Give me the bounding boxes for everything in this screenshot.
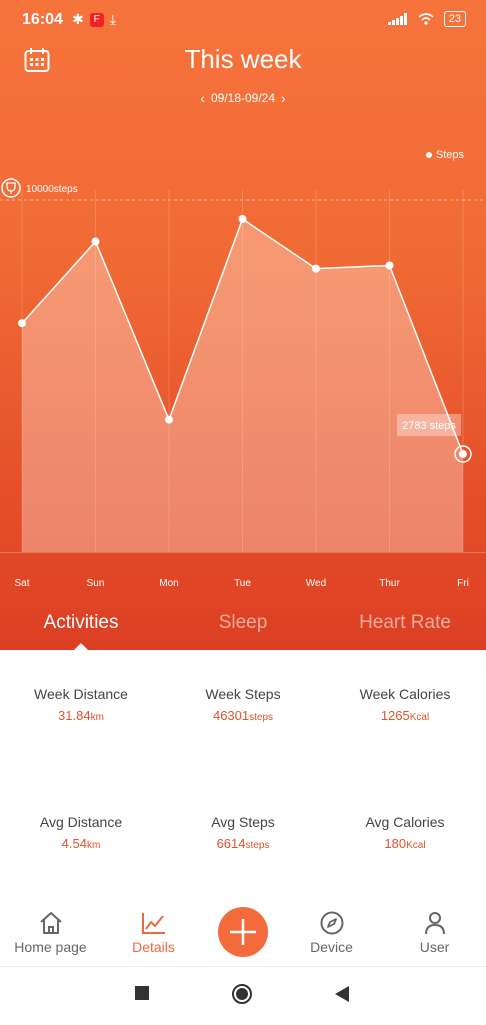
stat-value: 180Kcal (324, 836, 486, 851)
stat-unit: km (86, 840, 101, 851)
legend-dot (425, 152, 432, 158)
data-point (385, 261, 394, 270)
status-time: 16:04 (22, 11, 63, 28)
stat-number: 4.54 (61, 836, 87, 851)
stat-week-steps: Week Steps 46301steps (162, 686, 324, 723)
nav-details-label: Details (132, 939, 175, 955)
add-button[interactable] (218, 907, 268, 957)
highlight-label: 2783 steps (402, 420, 456, 432)
x-tick-label: Sat (14, 578, 29, 589)
data-point (238, 215, 247, 224)
legend-label: Steps (435, 149, 464, 161)
battery-icon: 23 (443, 11, 466, 27)
stat-unit: Kcal (406, 840, 426, 851)
app-notification-icon: F (89, 12, 104, 27)
data-point (18, 319, 26, 328)
compass-icon (320, 911, 343, 935)
previous-week-button[interactable]: ‹ (200, 90, 205, 106)
stat-label: Week Distance (34, 686, 128, 702)
stat-label: Week Calories (359, 686, 451, 702)
system-navigation-bar (0, 966, 486, 1025)
next-week-button[interactable]: › (281, 90, 286, 106)
download-icon: ⤓ (109, 11, 116, 27)
data-point (459, 450, 467, 459)
x-tick-label: Mon (159, 578, 178, 589)
recent-apps-button[interactable] (134, 985, 150, 1001)
stat-value: 6614steps (162, 836, 324, 851)
detail-tabs: Activities Sleep Heart Rate (0, 612, 486, 650)
goal-label: 10000steps (26, 184, 78, 195)
home-icon (39, 912, 62, 934)
stat-value: 4.54km (0, 836, 162, 851)
stat-unit: steps (249, 712, 274, 723)
nav-user[interactable]: User (386, 911, 483, 955)
stat-number: 46301 (212, 708, 250, 723)
nav-device-label: Device (310, 939, 353, 955)
steps-area (22, 219, 463, 552)
x-tick-label: Wed (306, 578, 326, 589)
tab-activities[interactable]: Activities (0, 612, 162, 650)
home-system-button[interactable] (231, 983, 253, 1005)
stat-unit: km (90, 712, 104, 723)
trophy-icon (1, 178, 21, 198)
date-range-selector: ‹ 09/18-09/24 › (0, 90, 486, 106)
stat-value: 31.84km (0, 708, 162, 723)
chart-line-icon (141, 913, 165, 934)
data-point (312, 264, 320, 273)
x-tick-label: Thur (379, 578, 400, 589)
stat-week-calories: Week Calories 1265Kcal (324, 686, 486, 723)
page-title: This week (184, 44, 302, 74)
tab-sleep[interactable]: Sleep (162, 612, 324, 650)
x-tick-label: Fri (457, 578, 469, 589)
nav-details[interactable]: Details (105, 911, 202, 955)
wifi-icon (418, 13, 434, 25)
stat-number: 31.84 (58, 708, 91, 723)
stat-number: 1265 (380, 708, 410, 723)
steps-chart[interactable]: 10000steps 2783 steps Sat Sun Mon Tue Wed Thur F… (0, 170, 486, 600)
stat-unit: steps (245, 840, 270, 851)
back-button[interactable] (334, 985, 350, 1003)
stat-number: 6614 (216, 836, 246, 851)
chart-legend: Steps (425, 149, 464, 161)
nav-home[interactable]: Home page (2, 911, 99, 955)
stat-label: Avg Calories (365, 814, 445, 830)
signal-icon (387, 13, 407, 25)
user-icon (424, 912, 445, 935)
nav-user-label: User (419, 939, 450, 955)
data-point (165, 415, 173, 424)
stat-value: 1265Kcal (324, 708, 486, 723)
x-tick-label: Tue (234, 578, 251, 589)
x-tick-label: Sun (87, 578, 105, 589)
chart-baseline (0, 552, 486, 553)
data-point (91, 237, 100, 246)
stat-label: Avg Distance (39, 814, 123, 830)
stat-avg-distance: Avg Distance 4.54km (0, 814, 162, 851)
stat-unit: Kcal (409, 712, 430, 723)
nav-home-label: Home page (14, 939, 87, 955)
stat-week-distance: Week Distance 31.84km (0, 686, 162, 723)
nav-device[interactable]: Device (283, 911, 380, 955)
stat-label: Week Steps (205, 686, 281, 702)
stat-label: Avg Steps (211, 814, 275, 830)
plus-icon (230, 919, 256, 945)
tab-heart-rate[interactable]: Heart Rate (324, 612, 486, 650)
status-right: 23 (387, 11, 466, 27)
stat-number: 180 (384, 836, 407, 851)
date-range-label: 09/18-09/24 (210, 91, 276, 105)
header-panel: 16:04 ✱ F ⤓ 23 This week ‹ 09/18-09/24 ›… (0, 0, 486, 650)
status-icons: ✱ F ⤓ (72, 11, 116, 28)
stat-avg-calories: Avg Calories 180Kcal (324, 814, 486, 851)
status-bar: 16:04 ✱ F ⤓ 23 (0, 0, 486, 40)
stat-value: 46301steps (162, 708, 324, 723)
bluetooth-icon: ✱ (72, 11, 84, 27)
stat-avg-steps: Avg Steps 6614steps (162, 814, 324, 851)
